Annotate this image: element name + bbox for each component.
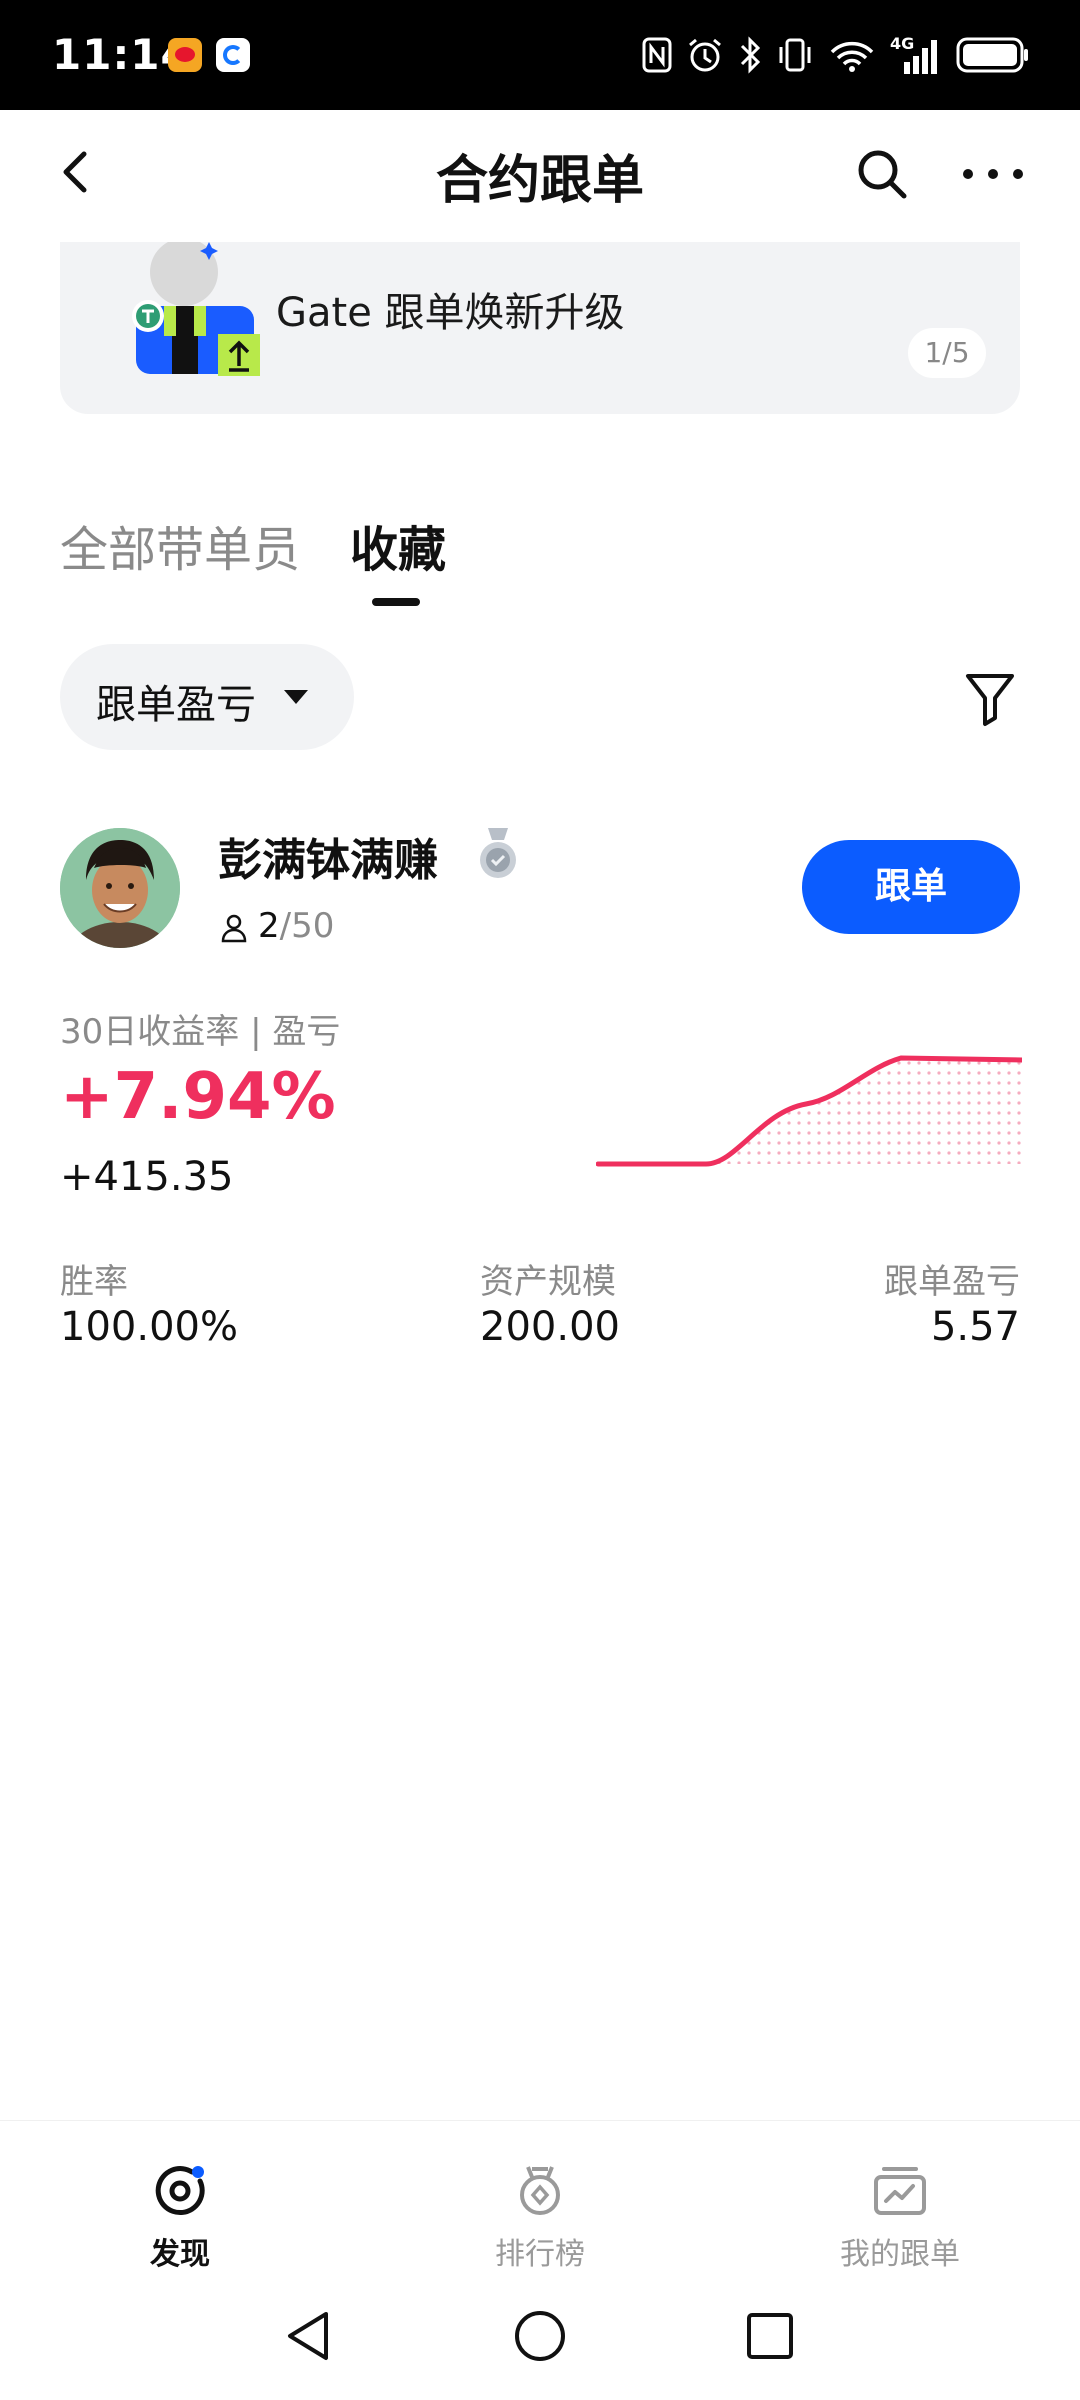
bluetooth-icon xyxy=(740,36,761,74)
status-icons: 4G xyxy=(642,34,1030,76)
discover-icon xyxy=(155,2166,205,2216)
nav-label-ranking: 排行榜 xyxy=(495,2237,585,2272)
wifi-icon xyxy=(830,41,874,72)
search-icon[interactable] xyxy=(852,144,912,204)
nav-discover[interactable]: 发现 xyxy=(80,2121,280,2277)
vibrate-icon xyxy=(779,38,811,72)
aum-value: 200.00 xyxy=(480,1304,620,1350)
aum-label: 资产规模 xyxy=(480,1262,616,1302)
nav-my-copy-trading[interactable]: 我的跟单 xyxy=(800,2121,1000,2277)
follower-count: 2/50 xyxy=(258,906,334,946)
silver-medal-icon xyxy=(480,828,516,878)
copy-pnl-label: 跟单盈亏 xyxy=(884,1262,1020,1302)
ranking-medal-icon xyxy=(520,2166,560,2215)
system-recents-icon[interactable] xyxy=(740,2306,800,2366)
pnl-value: +415.35 xyxy=(60,1154,234,1200)
tab-favorites[interactable]: 收藏 xyxy=(350,510,446,580)
nfc-icon xyxy=(642,37,672,73)
bottom-nav: 发现 排行榜 我的跟单 xyxy=(0,2120,1080,2276)
battery-icon xyxy=(956,37,1028,73)
banner-pager: 1/5 xyxy=(908,328,986,378)
page-title: 合约跟单 xyxy=(435,151,644,211)
more-icon[interactable] xyxy=(958,144,1028,204)
app-notification-icon xyxy=(216,38,250,72)
roi-label: 30日收益率 | 盈亏 xyxy=(60,1012,341,1052)
nav-label-discover: 发现 xyxy=(150,2237,210,2272)
system-nav-bar xyxy=(0,2276,1080,2400)
sort-label: 跟单盈亏 xyxy=(96,682,256,728)
banner-text: Gate 跟单焕新升级 xyxy=(276,290,625,336)
nav-label-my-copy-trading: 我的跟单 xyxy=(840,2237,960,2272)
sort-dropdown[interactable]: 跟单盈亏 xyxy=(60,644,354,750)
my-copy-trading-icon xyxy=(874,2167,926,2215)
win-rate-label: 胜率 xyxy=(60,1262,128,1302)
person-icon xyxy=(221,914,247,943)
trader-illustration-icon xyxy=(132,242,260,376)
status-bar: 11:14 4G xyxy=(0,0,1080,110)
alarm-icon xyxy=(689,38,721,72)
cellular-signal-icon: 4G xyxy=(890,34,942,76)
system-back-icon[interactable] xyxy=(280,2306,340,2366)
followers-current: 2 xyxy=(258,906,280,946)
roi-sparkline xyxy=(596,1055,1022,1167)
followers-max: /50 xyxy=(279,906,335,946)
active-tab-indicator xyxy=(372,598,420,606)
filter-icon[interactable] xyxy=(962,668,1018,728)
trader-name: 彭满钵满赚 xyxy=(218,835,438,886)
promo-banner[interactable]: Gate 跟单焕新升级 1/5 xyxy=(60,242,1020,414)
win-rate-value: 100.00% xyxy=(60,1304,238,1350)
weibo-icon xyxy=(168,38,202,72)
copy-pnl-value: 5.57 xyxy=(930,1304,1020,1350)
caret-down-icon xyxy=(284,690,308,704)
tab-all-traders[interactable]: 全部带单员 xyxy=(60,510,300,580)
roi-value: +7.94% xyxy=(60,1060,336,1134)
system-home-icon[interactable] xyxy=(510,2306,570,2366)
copy-trade-button[interactable]: 跟单 xyxy=(802,840,1020,934)
app-header: 合约跟单 xyxy=(0,110,1080,240)
nav-ranking[interactable]: 排行榜 xyxy=(440,2121,640,2277)
avatar[interactable] xyxy=(60,828,180,948)
